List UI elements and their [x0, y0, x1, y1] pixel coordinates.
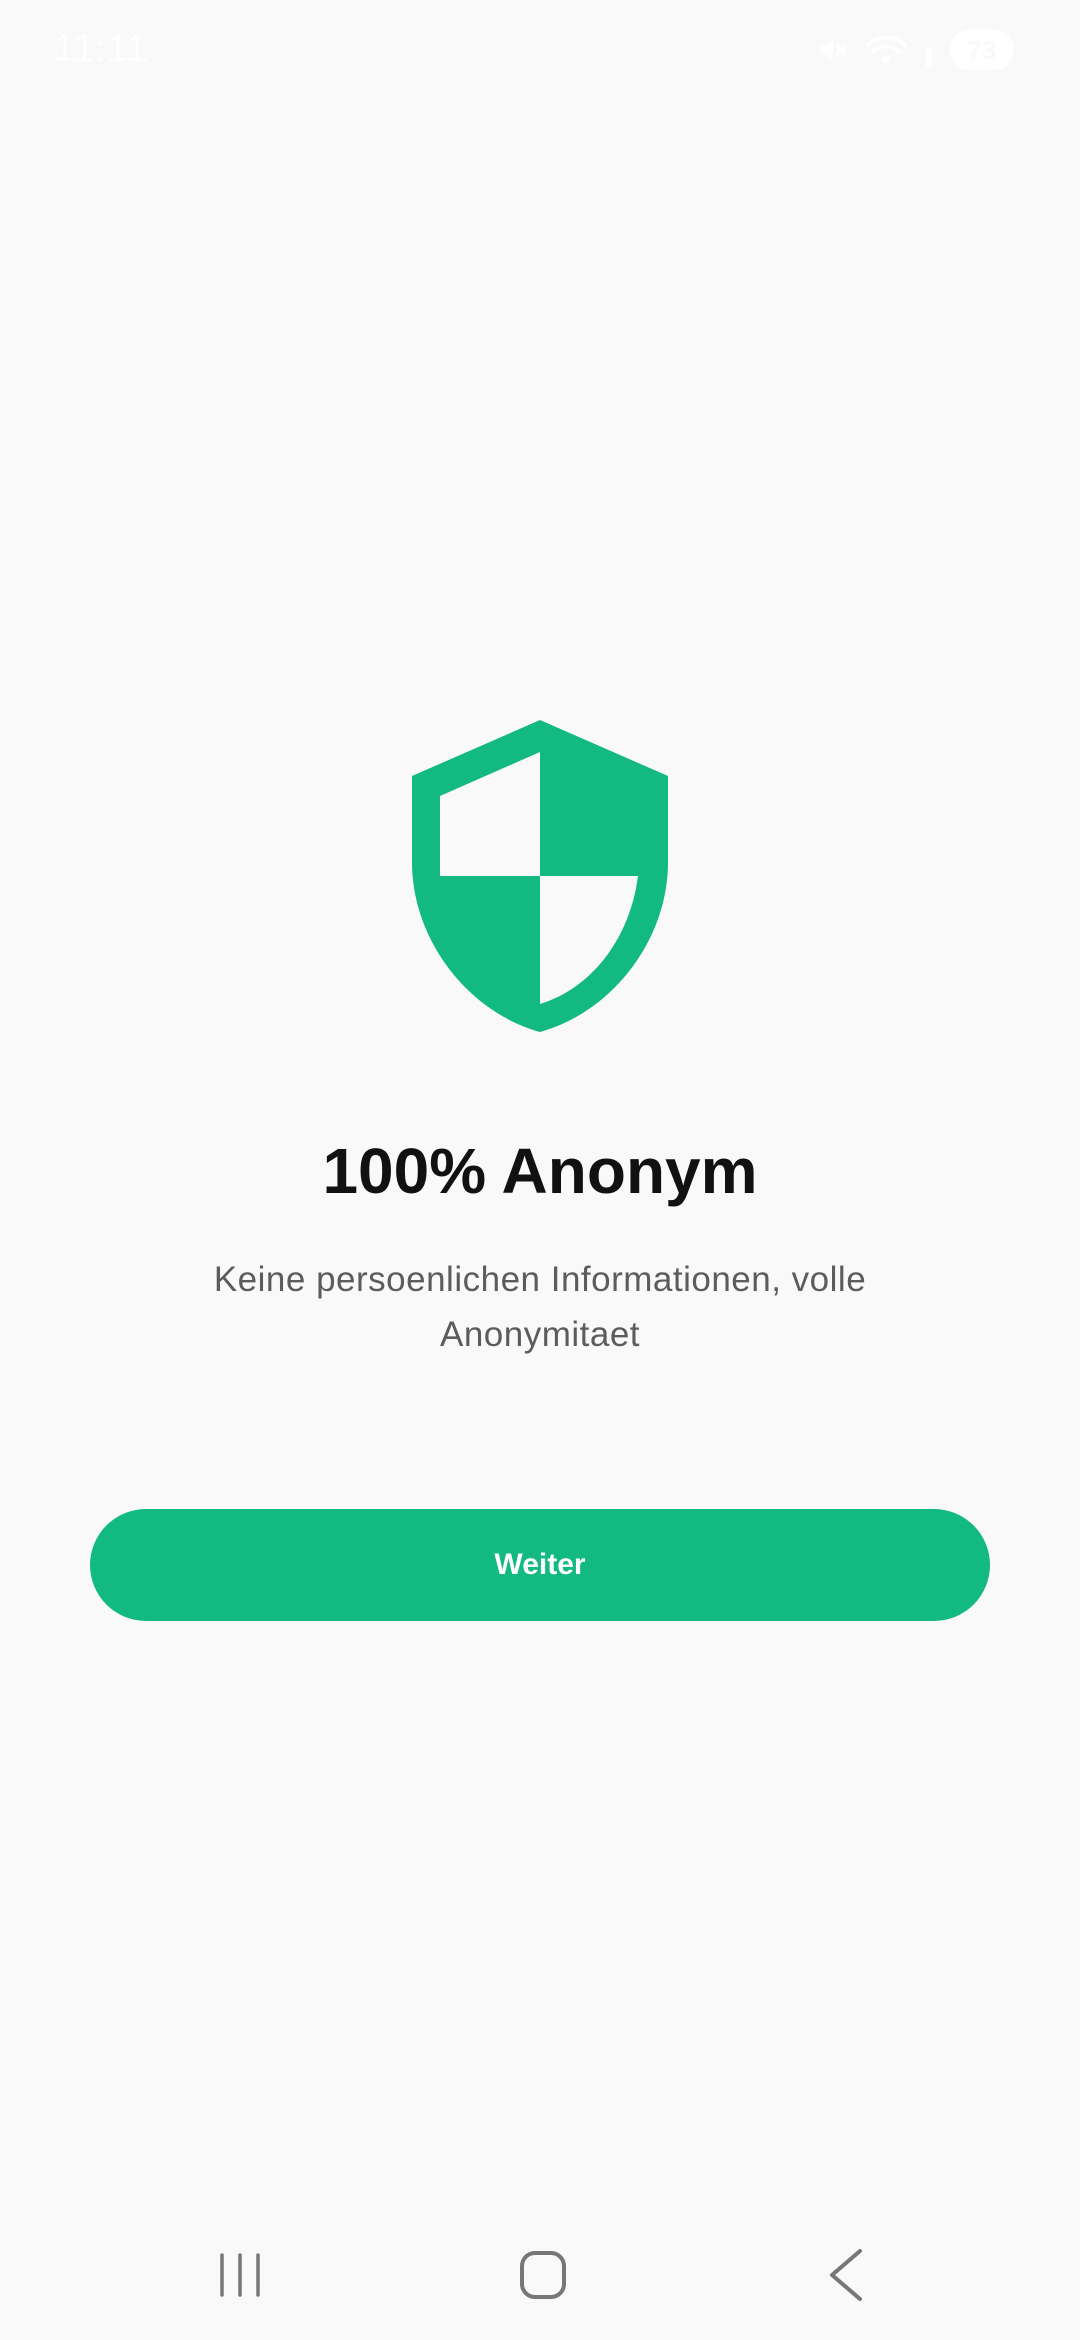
recents-button[interactable]: [190, 2240, 290, 2310]
back-button[interactable]: [796, 2240, 896, 2310]
home-icon: [520, 2251, 566, 2299]
continue-button[interactable]: Weiter: [90, 1509, 990, 1621]
status-bar: 11:11 73: [0, 0, 1080, 100]
mute-icon: [816, 33, 850, 67]
back-icon: [830, 2249, 862, 2301]
status-time: 11:11: [54, 28, 149, 70]
home-button[interactable]: [493, 2240, 593, 2310]
wifi-icon: [864, 33, 908, 67]
signal-icon: [922, 33, 936, 67]
status-icons: 73: [816, 28, 1014, 72]
recents-icon: [220, 2253, 260, 2297]
navigation-bar: [0, 2220, 1080, 2330]
shield-icon: [412, 720, 668, 1032]
page-subtitle: Keine persoenlichen Informationen, volle…: [213, 1260, 867, 1354]
onboarding-screen: 11:11 73 100% Anonym Keine persoenlichen…: [0, 0, 1080, 2340]
battery-icon: 73: [950, 30, 1014, 70]
page-title: 100% Anonym: [322, 1135, 758, 1207]
